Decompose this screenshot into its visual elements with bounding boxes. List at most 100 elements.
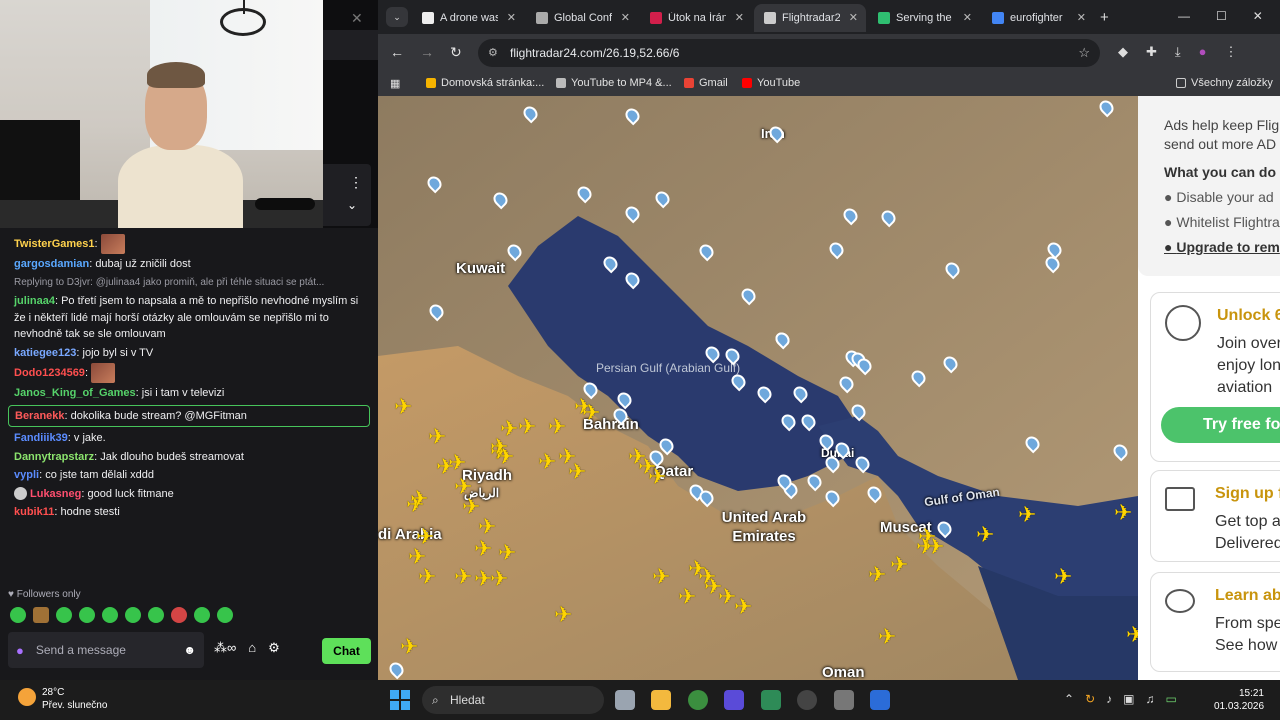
- file-explorer-icon[interactable]: [651, 690, 671, 710]
- microphone-icon[interactable]: ●: [16, 643, 24, 658]
- aircraft-icon[interactable]: ✈: [652, 566, 670, 588]
- address-bar[interactable]: ⚙ flightradar24.com/26.19,52.66/6 ☆: [478, 39, 1100, 67]
- learn-card[interactable]: Learn ab From spe See how: [1150, 572, 1280, 672]
- tab-close-icon[interactable]: ✕: [963, 11, 972, 24]
- emote-icon[interactable]: [102, 607, 118, 623]
- tab-search-button[interactable]: ⌄: [386, 7, 408, 27]
- chevron-up-icon[interactable]: ⌃: [1064, 692, 1074, 706]
- bookmark-home[interactable]: Domovská stránka:...: [426, 77, 544, 89]
- bookmark-youtube[interactable]: YouTube: [742, 77, 800, 89]
- emote-icon[interactable]: [171, 607, 187, 623]
- aircraft-icon[interactable]: ✈: [518, 416, 536, 438]
- aircraft-icon[interactable]: ✈: [410, 488, 428, 510]
- aircraft-icon[interactable]: ✈: [394, 396, 412, 418]
- chevron-down-icon[interactable]: ⌄: [347, 198, 357, 212]
- bookmark-star-icon[interactable]: ☆: [1078, 39, 1090, 67]
- microphone-icon[interactable]: ♪: [1106, 692, 1112, 706]
- bookmark-gmail[interactable]: Gmail: [684, 77, 728, 89]
- aircraft-icon[interactable]: ✈: [1126, 624, 1138, 646]
- browser-tab[interactable]: Flightradar2 ✕: [754, 4, 866, 32]
- emote-icon[interactable]: [217, 607, 233, 623]
- emote-icon[interactable]: [10, 607, 26, 623]
- tab-close-icon[interactable]: ✕: [849, 11, 858, 24]
- forward-icon[interactable]: →: [420, 44, 434, 60]
- chat-username[interactable]: Fandiiik39: [14, 432, 68, 444]
- chat-username[interactable]: kubik11: [14, 506, 54, 518]
- upgrade-link[interactable]: ● Upgrade to rem: [1164, 238, 1280, 257]
- obs-icon[interactable]: [797, 690, 817, 710]
- kebab-menu-icon[interactable]: ⋮: [349, 174, 363, 191]
- browser-tab[interactable]: Serving the ✕: [868, 4, 980, 32]
- start-button[interactable]: [390, 690, 410, 710]
- apps-icon[interactable]: ▦: [390, 77, 400, 90]
- chat-username[interactable]: Lukasneg: [30, 488, 81, 500]
- app-icon[interactable]: [724, 690, 744, 710]
- store-icon[interactable]: ⌂: [248, 640, 256, 656]
- emote-icon[interactable]: [148, 607, 164, 623]
- aircraft-icon[interactable]: ✈: [734, 596, 752, 618]
- tab-close-icon[interactable]: ✕: [1077, 11, 1086, 24]
- aircraft-icon[interactable]: ✈: [568, 461, 586, 483]
- tab-close-icon[interactable]: ✕: [735, 11, 744, 24]
- taskbar-search[interactable]: ⌕ Hledat: [422, 686, 604, 714]
- aircraft-icon[interactable]: ✈: [418, 566, 436, 588]
- xbox-icon[interactable]: [761, 690, 781, 710]
- tab-close-icon[interactable]: ✕: [507, 11, 516, 24]
- signup-card[interactable]: Sign up f Get top a Delivered: [1150, 470, 1280, 562]
- minimize-icon[interactable]: —: [1178, 9, 1190, 23]
- aircraft-icon[interactable]: ✈: [1018, 504, 1036, 526]
- chat-username[interactable]: Dodo1234569: [14, 367, 85, 379]
- chrome-icon[interactable]: [688, 690, 708, 710]
- maximize-icon[interactable]: ☐: [1216, 9, 1227, 23]
- aircraft-icon[interactable]: ✈: [878, 626, 896, 648]
- new-tab-button[interactable]: +: [1100, 9, 1109, 26]
- reload-icon[interactable]: ↻: [450, 44, 462, 61]
- chat-username[interactable]: Janos_King_of_Games: [14, 387, 136, 399]
- aircraft-icon[interactable]: ✈: [490, 568, 508, 590]
- task-view-icon[interactable]: [615, 690, 635, 710]
- back-icon[interactable]: ←: [390, 44, 404, 60]
- aircraft-icon[interactable]: ✈: [868, 564, 886, 586]
- clock[interactable]: 15:21 01.03.2026: [1214, 687, 1264, 713]
- aircraft-icon[interactable]: ✈: [678, 586, 696, 608]
- aircraft-icon[interactable]: ✈: [976, 524, 994, 546]
- chat-message-input[interactable]: ● Send a message ☻: [8, 632, 204, 668]
- emote-icon[interactable]: [125, 607, 141, 623]
- aircraft-icon[interactable]: ✈: [478, 516, 496, 538]
- emote-icon[interactable]: [33, 607, 49, 623]
- aircraft-icon[interactable]: ✈: [428, 426, 446, 448]
- tab-close-icon[interactable]: ✕: [621, 11, 630, 24]
- chat-username[interactable]: TwisterGames1: [14, 238, 95, 250]
- emoji-picker-icon[interactable]: ☻: [183, 643, 196, 657]
- browser-tab[interactable]: Global Confl ✕: [526, 4, 638, 32]
- aircraft-icon[interactable]: ✈: [490, 436, 508, 458]
- battery-icon[interactable]: ▭: [1165, 692, 1176, 706]
- close-window-icon[interactable]: ✕: [1253, 9, 1263, 23]
- all-bookmarks[interactable]: Všechny záložky: [1176, 77, 1273, 89]
- aircraft-icon[interactable]: ✈: [448, 452, 466, 474]
- aircraft-icon[interactable]: ✈: [454, 566, 472, 588]
- aircraft-icon[interactable]: ✈: [548, 416, 566, 438]
- close-icon[interactable]: ✕: [351, 10, 363, 27]
- gear-icon[interactable]: ⚙: [268, 640, 280, 656]
- chat-username[interactable]: gargosdamian: [14, 258, 89, 270]
- aircraft-icon[interactable]: ✈: [582, 402, 600, 424]
- chat-username[interactable]: katiegee123: [14, 347, 76, 359]
- aircraft-icon[interactable]: ✈: [648, 466, 666, 488]
- aircraft-icon[interactable]: ✈: [890, 554, 908, 576]
- flight-map[interactable]: Persian Gulf (Arabian Gulf) Iran Kuwait …: [378, 96, 1138, 680]
- emote-icon[interactable]: [79, 607, 95, 623]
- try-free-button[interactable]: Try free fo: [1161, 407, 1280, 443]
- profile-avatar[interactable]: ●: [1199, 44, 1207, 60]
- browser-tab[interactable]: Útok na Írán ✕: [640, 4, 752, 32]
- chat-username[interactable]: Dannytrapstarz: [14, 451, 94, 463]
- chat-username[interactable]: vypli: [14, 469, 39, 481]
- aircraft-icon[interactable]: ✈: [554, 604, 572, 626]
- aircraft-icon[interactable]: ✈: [1114, 502, 1132, 524]
- site-info-icon[interactable]: ⚙: [488, 39, 498, 67]
- aircraft-icon[interactable]: ✈: [538, 451, 556, 473]
- emote-icon[interactable]: [56, 607, 72, 623]
- aircraft-icon[interactable]: ✈: [400, 636, 418, 658]
- aircraft-icon[interactable]: ✈: [474, 538, 492, 560]
- aircraft-icon[interactable]: ✈: [698, 566, 716, 588]
